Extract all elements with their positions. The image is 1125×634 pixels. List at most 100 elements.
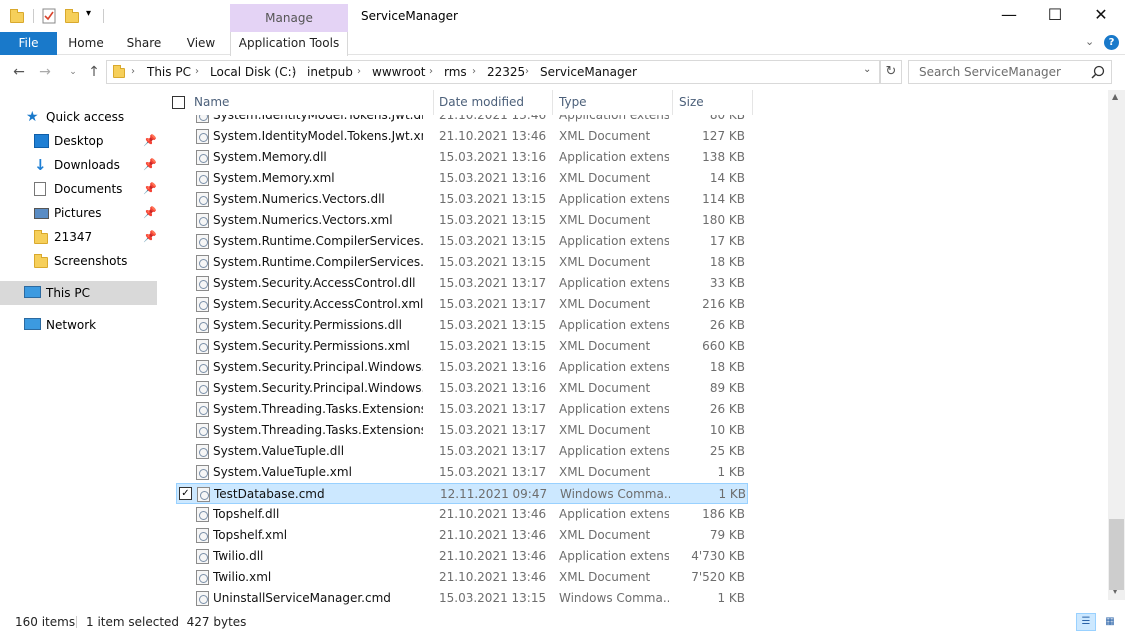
table-row[interactable]: System.Security.AccessControl.xml 15.03.2… <box>176 294 748 315</box>
table-row[interactable]: System.Security.Principal.Windows.dll 15.… <box>176 357 748 378</box>
search-icon[interactable] <box>1091 65 1105 82</box>
help-icon[interactable]: ? <box>1104 35 1119 50</box>
up-arrow-icon[interactable]: ↑ <box>84 62 104 82</box>
sidebar-item-pictures[interactable]: Pictures 📌 <box>0 201 157 225</box>
recent-locations-icon[interactable]: ⌄ <box>63 62 83 82</box>
search-input[interactable]: Search ServiceManager <box>919 61 1061 83</box>
address-bar[interactable]: › This PC › Local Disk (C:) › inetpub › … <box>106 60 880 84</box>
file-type: XML Document <box>559 381 651 395</box>
new-folder-icon[interactable] <box>65 8 79 24</box>
file-icon <box>196 339 209 354</box>
breadcrumb-servicemanager[interactable]: ServiceManager <box>540 61 637 83</box>
chevron-right-icon[interactable]: › <box>429 61 433 83</box>
file-type: Application extens... <box>559 402 669 416</box>
table-row[interactable]: System.Memory.xml 15.03.2021 13:16 XML Doc… <box>176 168 748 189</box>
sidebar-item-21347[interactable]: 21347 📌 <box>0 225 157 249</box>
scroll-up-icon[interactable]: ▲ <box>1112 92 1118 101</box>
row-checkbox[interactable]: ✓ <box>179 487 192 500</box>
tab-home[interactable]: Home <box>62 32 110 55</box>
forward-arrow-icon[interactable]: → <box>35 62 55 82</box>
file-size: 10 KB <box>709 423 745 437</box>
properties-icon[interactable] <box>42 8 56 24</box>
table-row[interactable]: Topshelf.dll 21.10.2021 13:46 Application … <box>176 504 748 525</box>
file-size: 7'520 KB <box>691 570 745 584</box>
table-row[interactable]: System.Security.Permissions.dll 15.03.202… <box>176 315 748 336</box>
search-box[interactable]: Search ServiceManager <box>908 60 1112 84</box>
refresh-icon[interactable]: ↻ <box>880 60 902 84</box>
close-button[interactable]: ✕ <box>1078 0 1124 32</box>
table-row[interactable]: System.Security.AccessControl.dll 15.03.2… <box>176 273 748 294</box>
file-icon <box>196 528 209 543</box>
tab-share[interactable]: Share <box>120 32 168 55</box>
sidebar-item-network[interactable]: Network <box>0 313 157 337</box>
file-type: Application extens... <box>559 318 669 332</box>
table-row[interactable]: System.ValueTuple.xml 15.03.2021 13:17 XML… <box>176 462 748 483</box>
divider <box>33 9 34 23</box>
star-icon: ★ <box>26 109 39 125</box>
pin-icon[interactable]: 📌 <box>143 153 157 177</box>
pin-icon[interactable]: 📌 <box>143 201 157 225</box>
sidebar-item-this-pc[interactable]: This PC <box>0 281 157 305</box>
file-date: 15.03.2021 13:16 <box>439 360 547 374</box>
chevron-right-icon[interactable]: › <box>357 61 361 83</box>
pin-icon[interactable]: 📌 <box>143 225 157 249</box>
breadcrumb-22325[interactable]: 22325 <box>487 61 525 83</box>
chevron-right-icon[interactable]: › <box>195 61 199 83</box>
column-header-size[interactable]: Size <box>673 90 753 115</box>
scrollbar-thumb[interactable] <box>1109 519 1124 590</box>
breadcrumb-inetpub[interactable]: inetpub <box>307 61 353 83</box>
ribbon-expand-icon[interactable]: ⌄ <box>1085 35 1094 48</box>
file-date: 15.03.2021 13:15 <box>439 318 547 332</box>
table-row[interactable]: ✓ TestDatabase.cmd 12.11.2021 09:47 Windows… <box>176 483 748 504</box>
sidebar-item-desktop[interactable]: Desktop 📌 <box>0 129 157 153</box>
column-header-type[interactable]: Type <box>553 90 673 115</box>
back-arrow-icon[interactable]: ← <box>9 62 29 82</box>
chevron-right-icon[interactable]: › <box>292 61 296 83</box>
breadcrumb-this-pc[interactable]: This PC <box>147 61 191 83</box>
quick-access-dropdown-icon[interactable]: ▾ <box>86 8 91 19</box>
breadcrumb-local-disk[interactable]: Local Disk (C:) <box>210 61 296 83</box>
table-row[interactable]: System.Numerics.Vectors.dll 15.03.2021 13… <box>176 189 748 210</box>
pin-icon[interactable]: 📌 <box>143 177 157 201</box>
file-icon <box>196 276 209 291</box>
maximize-button[interactable]: ☐ <box>1032 0 1078 32</box>
chevron-right-icon[interactable]: › <box>131 61 135 83</box>
select-all-checkbox[interactable] <box>172 96 185 109</box>
table-row[interactable]: System.Runtime.CompilerServices.Un... 15.… <box>176 252 748 273</box>
tab-view[interactable]: View <box>178 32 224 55</box>
details-view-icon[interactable]: ☰ <box>1076 613 1096 631</box>
column-header-name[interactable]: Name <box>188 90 434 115</box>
file-date: 15.03.2021 13:17 <box>439 402 547 416</box>
table-row[interactable]: System.Runtime.CompilerServices.Un... 15.… <box>176 231 748 252</box>
breadcrumb-rms[interactable]: rms <box>444 61 467 83</box>
table-row[interactable]: Topshelf.xml 21.10.2021 13:46 XML Document… <box>176 525 748 546</box>
table-row[interactable]: System.Security.Permissions.xml 15.03.202… <box>176 336 748 357</box>
sidebar-item-documents[interactable]: Documents 📌 <box>0 177 157 201</box>
column-header-date[interactable]: Date modified <box>433 90 553 115</box>
large-icons-view-icon[interactable]: ▦ <box>1100 613 1120 631</box>
minimize-button[interactable]: — <box>986 0 1032 32</box>
table-row[interactable]: System.ValueTuple.dll 15.03.2021 13:17 App… <box>176 441 748 462</box>
sidebar-item-downloads[interactable]: ↓ Downloads 📌 <box>0 153 157 177</box>
table-row[interactable]: System.IdentityModel.Tokens.Jwt.xml 21.10… <box>176 126 748 147</box>
tab-application-tools[interactable]: Application Tools <box>230 32 348 56</box>
table-row[interactable]: System.Numerics.Vectors.xml 15.03.2021 13… <box>176 210 748 231</box>
table-row[interactable]: System.Security.Principal.Windows.xml 15.… <box>176 378 748 399</box>
chevron-right-icon[interactable]: › <box>525 61 529 83</box>
table-row[interactable]: Twilio.dll 21.10.2021 13:46 Application ex… <box>176 546 748 567</box>
tab-file[interactable]: File <box>0 32 57 55</box>
table-row[interactable]: Twilio.xml 21.10.2021 13:46 XML Document 7'… <box>176 567 748 588</box>
chevron-down-icon[interactable]: ⌄ <box>863 64 871 75</box>
table-row[interactable]: UninstallServiceManager.cmd 15.03.2021 13… <box>176 588 748 609</box>
sidebar-item-screenshots[interactable]: Screenshots <box>0 249 157 273</box>
pin-icon[interactable]: 📌 <box>143 129 157 153</box>
table-row[interactable]: System.Threading.Tasks.Extensions.dll 15.… <box>176 399 748 420</box>
file-name: System.Security.Principal.Windows.dll <box>213 360 423 374</box>
breadcrumb-wwwroot[interactable]: wwwroot <box>372 61 426 83</box>
sidebar-item-quick-access[interactable]: ★ Quick access <box>0 105 157 129</box>
file-icon <box>196 213 209 228</box>
table-row[interactable]: System.Memory.dll 15.03.2021 13:16 Applica… <box>176 147 748 168</box>
file-size: 1 KB <box>717 591 745 605</box>
table-row[interactable]: System.Threading.Tasks.Extensions.xml 15.… <box>176 420 748 441</box>
chevron-right-icon[interactable]: › <box>472 61 476 83</box>
